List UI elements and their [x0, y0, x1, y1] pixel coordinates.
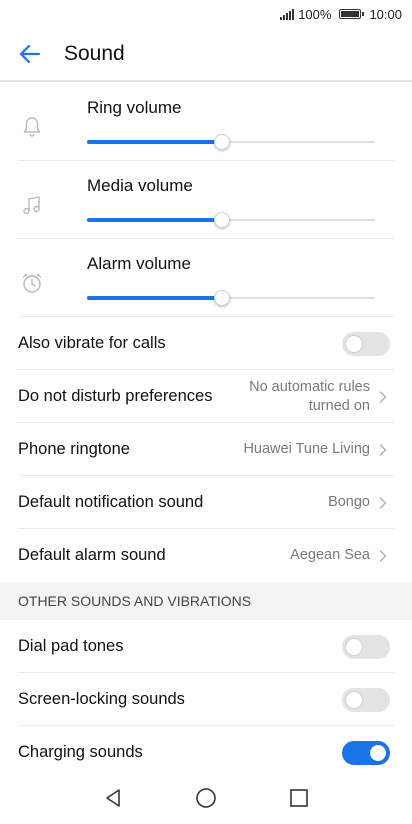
triangle-back-icon	[105, 789, 120, 807]
arrow-left-icon	[19, 44, 41, 64]
ring-volume-row: Ring volume	[0, 83, 412, 161]
section-header-other-sounds: OTHER SOUNDS AND VIBRATIONS	[0, 582, 412, 620]
dial-pad-tones-row[interactable]: Dial pad tones	[0, 620, 412, 673]
dnd-preferences-row[interactable]: Do not disturb preferences No automatic …	[0, 370, 412, 423]
dial-pad-tones-label: Dial pad tones	[18, 637, 124, 655]
phone-ringtone-label: Phone ringtone	[18, 440, 130, 458]
charging-sounds-toggle[interactable]	[342, 740, 390, 765]
vibrate-for-calls-toggle[interactable]	[342, 331, 390, 356]
media-volume-label: Media volume	[87, 176, 193, 195]
page-title: Sound	[64, 42, 125, 65]
dnd-preferences-label: Do not disturb preferences	[18, 387, 213, 405]
slider-thumb[interactable]	[214, 134, 231, 150]
alarm-volume-row: Alarm volume	[0, 239, 412, 317]
app-bar: Sound	[0, 28, 412, 82]
status-bar: 100% 10:00	[0, 0, 412, 28]
dial-pad-tones-toggle[interactable]	[342, 634, 390, 659]
notification-sound-label: Default notification sound	[18, 493, 204, 511]
clock: 10:00	[369, 6, 402, 22]
nav-recents-button[interactable]	[279, 778, 319, 818]
notification-sound-row[interactable]: Default notification sound Bongo	[0, 476, 412, 529]
slider-thumb[interactable]	[214, 290, 231, 306]
alarm-sound-row[interactable]: Default alarm sound Aegean Sea	[0, 529, 412, 582]
dnd-preferences-value: No automatic rules turned on	[249, 378, 370, 414]
chevron-right-icon	[379, 390, 387, 403]
alarm-sound-value: Aegean Sea	[290, 547, 370, 563]
phone-ringtone-value: Huawei Tune Living	[243, 441, 370, 457]
screen-locking-sounds-label: Screen-locking sounds	[18, 690, 185, 708]
chevron-right-icon	[379, 549, 387, 562]
vibrate-for-calls-label: Also vibrate for calls	[18, 334, 166, 352]
alarm-sound-label: Default alarm sound	[18, 546, 166, 564]
vibrate-for-calls-row[interactable]: Also vibrate for calls	[0, 317, 412, 370]
nav-back-button[interactable]	[93, 778, 133, 818]
notification-sound-value: Bongo	[328, 494, 370, 510]
alarm-volume-label: Alarm volume	[87, 254, 191, 273]
chevron-right-icon	[379, 443, 387, 456]
navigation-bar	[0, 772, 412, 824]
battery-percent: 100%	[298, 6, 332, 22]
slider-thumb[interactable]	[214, 212, 231, 228]
alarm-clock-icon	[22, 273, 42, 293]
back-button[interactable]	[0, 27, 60, 81]
music-note-icon	[23, 196, 40, 215]
chevron-right-icon	[379, 496, 387, 509]
ring-volume-slider[interactable]	[87, 134, 375, 150]
signal-icon	[280, 8, 295, 20]
battery-icon	[339, 9, 365, 19]
charging-sounds-label: Charging sounds	[18, 743, 143, 761]
media-volume-row: Media volume	[0, 161, 412, 239]
screen-locking-sounds-row[interactable]: Screen-locking sounds	[0, 673, 412, 726]
phone-ringtone-row[interactable]: Phone ringtone Huawei Tune Living	[0, 423, 412, 476]
bell-icon	[23, 117, 41, 137]
square-recents-icon	[290, 789, 309, 807]
screen-locking-sounds-toggle[interactable]	[342, 687, 390, 712]
alarm-volume-slider[interactable]	[87, 290, 375, 306]
circle-home-icon	[196, 788, 216, 808]
media-volume-slider[interactable]	[87, 212, 375, 228]
nav-home-button[interactable]	[186, 778, 226, 818]
ring-volume-label: Ring volume	[87, 98, 182, 117]
